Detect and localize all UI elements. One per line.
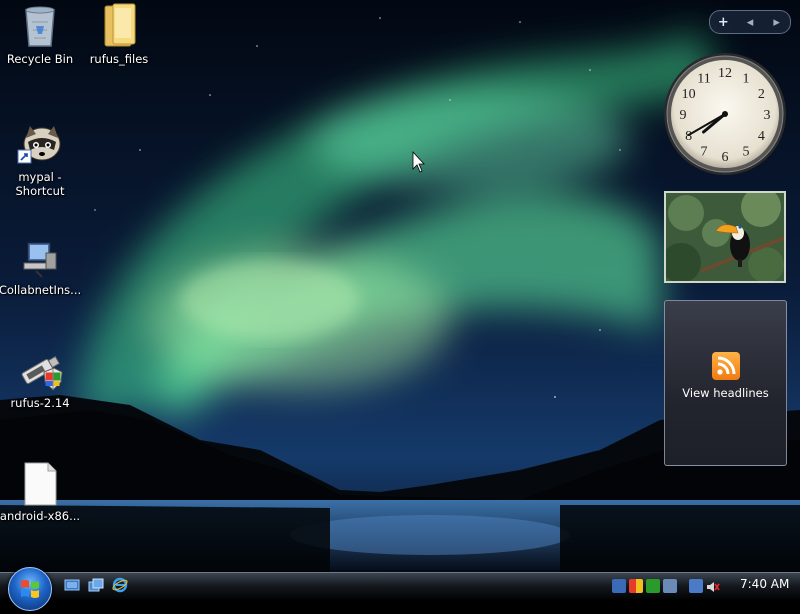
collabnet-installer-label: CollabnetIns... [0,283,82,297]
raccoon-shortcut-icon [16,120,64,168]
windows-logo-icon [21,580,39,598]
clock-number: 6 [722,150,729,165]
windows-update-icon[interactable] [646,579,660,593]
clock-number: 3 [764,108,771,123]
clock-number: 1 [743,72,750,87]
system-tray [612,574,723,598]
gadget-toolbar: + ◂ ▸ [709,10,791,34]
internet-explorer-icon[interactable] [112,577,128,593]
add-gadget-button[interactable]: + [711,15,735,30]
show-desktop-icon[interactable] [64,577,80,593]
taskbar-clock[interactable]: 7:40 AM [740,577,789,591]
rufus-files-label: rufus_files [89,52,149,66]
clock-number: 9 [680,108,687,123]
clock-number: 4 [758,129,765,144]
clock-number: 10 [682,87,696,102]
network-connection-icon[interactable] [689,579,703,593]
rufus-executable-label: rufus-2.14 [10,396,70,410]
folder-icon [95,2,143,50]
clock-number: 12 [718,66,732,81]
clock-number: 8 [685,129,692,144]
rufus-executable[interactable]: rufus-2.14 [0,346,82,410]
safely-remove-icon[interactable] [663,579,677,593]
next-gadget-button[interactable]: ▸ [765,15,789,30]
android-x86-file[interactable]: android-x86... [0,459,82,523]
clock-number: 11 [697,72,710,87]
clock-number: 7 [701,144,708,159]
feed-headlines-gadget[interactable]: View headlines [664,300,787,466]
recycle-bin[interactable]: Recycle Bin [0,2,82,66]
clock-gadget[interactable]: 12 12 3 45678 9 1011 [662,51,788,177]
start-button[interactable] [8,567,52,611]
slideshow-gadget[interactable] [664,191,786,283]
collabnet-installer[interactable]: CollabnetIns... [0,233,82,297]
rufus-files-folder[interactable]: rufus_files [77,2,161,66]
android-x86-label: android-x86... [0,509,81,523]
installer-computer-icon [16,233,64,281]
volume-muted-icon[interactable] [706,579,720,593]
switch-windows-icon[interactable] [88,577,104,593]
previous-gadget-button[interactable]: ◂ [738,15,762,30]
network-icon[interactable] [612,579,626,593]
clock-number: 2 [758,87,765,102]
mypal-shortcut[interactable]: mypal - Shortcut [0,120,82,198]
usb-drive-shield-icon [16,346,64,394]
view-headlines-link[interactable]: View headlines [665,386,786,400]
toucan-photo [666,193,784,281]
rss-feed-icon [711,352,740,380]
recycle-bin-label: Recycle Bin [6,52,74,66]
blank-file-icon [16,459,64,507]
recycle-bin-icon [16,2,64,50]
security-shield-icon[interactable] [629,579,643,593]
mypal-shortcut-label: mypal - Shortcut [15,170,65,198]
clock-number: 5 [743,144,750,159]
